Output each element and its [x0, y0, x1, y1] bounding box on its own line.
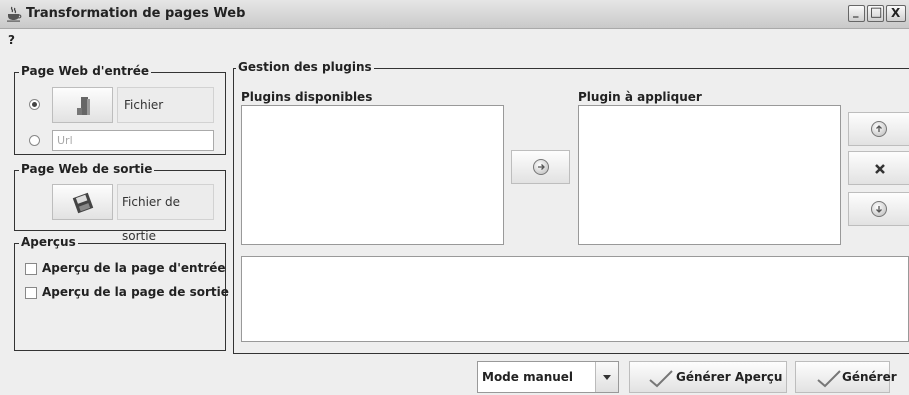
open-file-button[interactable] [52, 87, 113, 123]
preview-input-label: Aperçu de la page d'entrée [42, 261, 226, 275]
java-cup-icon [7, 6, 22, 22]
input-file-label: Fichier [117, 87, 214, 123]
mode-select[interactable]: Mode manuel [477, 361, 619, 393]
chevron-down-icon [603, 375, 611, 380]
window-title: Transformation de pages Web [26, 6, 246, 21]
maximize-icon: □ [870, 5, 883, 20]
save-file-button[interactable] [52, 184, 113, 220]
minimize-button[interactable]: _ [848, 5, 865, 22]
file-icon [77, 97, 90, 115]
move-down-button[interactable] [848, 192, 909, 226]
remove-plugin-button[interactable] [848, 151, 909, 185]
menubar: ? [0, 29, 909, 51]
maximize-button[interactable]: □ [867, 5, 884, 22]
url-field[interactable]: Url [52, 130, 214, 151]
arrow-down-icon [871, 201, 887, 217]
output-page-legend: Page Web de sortie [19, 162, 155, 176]
generate-label: Générer [842, 370, 897, 384]
output-file-label: Fichier de sortie [117, 184, 214, 243]
plugins-to-apply-label: Plugin à appliquer [578, 90, 702, 104]
radio-file[interactable] [29, 99, 40, 110]
arrow-up-icon [871, 121, 887, 137]
available-plugins-list[interactable] [241, 105, 504, 245]
menu-help[interactable]: ? [8, 33, 15, 47]
input-page-legend: Page Web d'entrée [19, 64, 152, 78]
previews-group: Aperçus Aperçu de la page d'entrée Aperç… [14, 235, 229, 351]
available-plugins-label: Plugins disponibles [241, 90, 373, 104]
checkmark-icon [649, 370, 673, 388]
floppy-disk-icon [72, 192, 94, 214]
plugins-legend: Gestion des plugins [236, 60, 374, 74]
mode-select-arrow[interactable] [595, 362, 618, 392]
minimize-icon: _ [853, 5, 859, 18]
window-titlebar: Transformation de pages Web _ □ X [0, 0, 909, 29]
checkmark-icon [817, 370, 841, 388]
arrow-right-icon [533, 159, 549, 175]
plugins-to-apply-list[interactable] [578, 105, 841, 245]
radio-url[interactable] [29, 135, 40, 146]
remove-icon [875, 164, 885, 174]
preview-output-label: Aperçu de la page de sortie [42, 285, 229, 299]
preview-output-checkbox[interactable] [25, 287, 37, 299]
preview-input-checkbox[interactable] [25, 263, 37, 275]
output-page-group: Page Web de sortie Fichier de sortie [14, 162, 226, 243]
close-button[interactable]: X [886, 5, 906, 22]
generate-button[interactable]: Générer [795, 361, 897, 393]
mode-select-value: Mode manuel [482, 370, 574, 384]
close-icon: X [891, 6, 901, 20]
move-up-button[interactable] [848, 112, 909, 146]
plugin-description-area[interactable] [241, 256, 909, 342]
generate-preview-label: Générer Aperçu [676, 370, 783, 384]
generate-preview-button[interactable]: Générer Aperçu [629, 361, 787, 393]
previews-legend: Aperçus [19, 235, 78, 249]
add-plugin-button[interactable] [511, 150, 570, 184]
input-page-group: Page Web d'entrée Fichier Url [14, 64, 226, 155]
